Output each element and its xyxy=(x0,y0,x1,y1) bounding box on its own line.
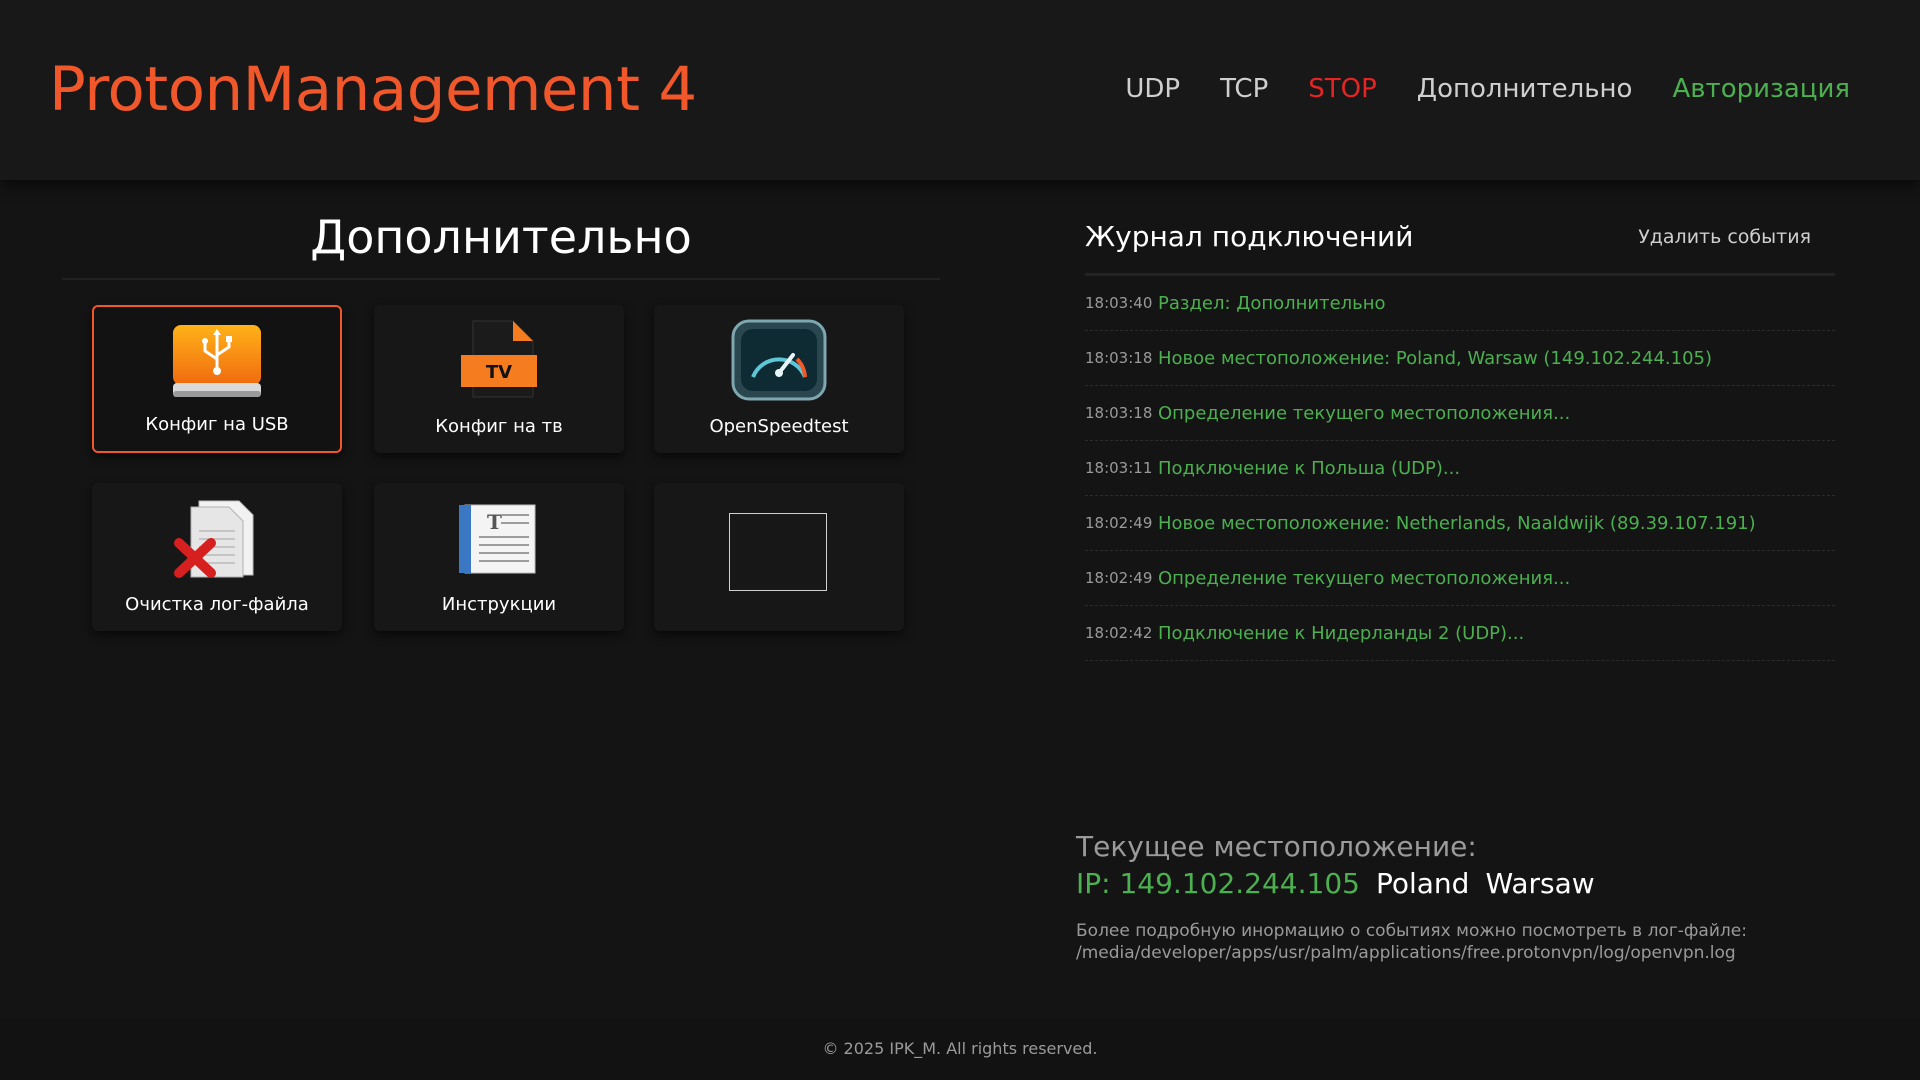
tile-openspeedtest[interactable]: OpenSpeedtest xyxy=(654,305,904,453)
main-nav: UDP TCP STOP Дополнительно Авторизация xyxy=(1125,74,1850,104)
tile-grid: Конфиг на USB TV Конфиг на тв OpenSpeedt… xyxy=(92,305,932,645)
log-entry: 18:03:11 Подключение к Польша (UDP)... xyxy=(1085,441,1835,496)
nav-additional[interactable]: Дополнительно xyxy=(1417,74,1633,104)
log-message: Определение текущего местоположения... xyxy=(1158,402,1571,424)
log-time: 18:03:18 xyxy=(1085,349,1153,367)
log-file-note-text: Более подробную инормацию о событиях мож… xyxy=(1076,921,1747,941)
additional-panel: Дополнительно Конфиг на USB TV Конфиг на… xyxy=(62,210,940,631)
log-file-note: Более подробную инормацию о событиях мож… xyxy=(1076,920,1836,964)
tile-empty[interactable] xyxy=(654,483,904,631)
log-time: 18:02:42 xyxy=(1085,624,1153,642)
log-entry: 18:03:18 Определение текущего местополож… xyxy=(1085,386,1835,441)
log-time: 18:03:18 xyxy=(1085,404,1153,422)
delete-document-icon xyxy=(174,500,254,578)
tile-label: Конфиг на тв xyxy=(435,416,563,437)
log-entry: 18:02:49 Определение текущего местополож… xyxy=(1085,551,1835,606)
log-message: Новое местоположение: Netherlands, Naald… xyxy=(1158,512,1756,534)
location-country: Poland xyxy=(1375,867,1470,900)
tile-usb-config[interactable]: Конфиг на USB xyxy=(92,305,342,453)
nav-stop[interactable]: STOP xyxy=(1308,74,1377,104)
log-time: 18:03:11 xyxy=(1085,459,1153,477)
document-icon: T xyxy=(459,504,536,574)
clear-events-button[interactable]: Удалить события xyxy=(1638,226,1811,248)
tile-label: OpenSpeedtest xyxy=(709,416,849,437)
location-title: Текущее местоположение: xyxy=(1076,830,1477,863)
log-message: Новое местоположение: Poland, Warsaw (14… xyxy=(1158,347,1713,369)
empty-placeholder xyxy=(729,513,827,591)
log-entry: 18:03:18 Новое местоположение: Poland, W… xyxy=(1085,331,1835,386)
speedometer-icon xyxy=(731,319,827,401)
log-title: Журнал подключений xyxy=(1085,220,1414,253)
app-title: ProtonManagement 4 xyxy=(49,54,697,125)
log-list: 18:03:40 Раздел: Дополнительно 18:03:18 … xyxy=(1085,276,1835,661)
log-message: Определение текущего местоположения... xyxy=(1158,567,1571,589)
nav-udp[interactable]: UDP xyxy=(1125,74,1180,104)
location-line: IP: 149.102.244.105 Poland Warsaw xyxy=(1076,867,1836,900)
tile-label: Очистка лог-файла xyxy=(125,594,309,615)
tile-label: Инструкции xyxy=(441,594,557,615)
log-entry: 18:03:40 Раздел: Дополнительно xyxy=(1085,276,1835,331)
tile-instructions[interactable]: T Инструкции xyxy=(374,483,624,631)
log-message: Раздел: Дополнительно xyxy=(1158,292,1386,314)
log-time: 18:03:40 xyxy=(1085,294,1153,312)
log-time: 18:02:49 xyxy=(1085,514,1153,532)
location-city: Warsaw xyxy=(1485,867,1595,900)
tile-tv-config[interactable]: TV Конфиг на тв xyxy=(374,305,624,453)
svg-text:T: T xyxy=(487,510,502,534)
connection-log-panel: Журнал подключений Удалить события 18:03… xyxy=(1085,220,1835,661)
nav-tcp[interactable]: TCP xyxy=(1220,74,1268,104)
footer: © 2025 IPK_M. All rights reserved. xyxy=(0,1018,1920,1080)
log-header: Журнал подключений Удалить события xyxy=(1085,220,1835,276)
log-message: Подключение к Нидерланды 2 (UDP)... xyxy=(1158,622,1525,644)
section-title: Дополнительно xyxy=(62,210,940,280)
log-entry: 18:02:49 Новое местоположение: Netherlan… xyxy=(1085,496,1835,551)
nav-authorization[interactable]: Авторизация xyxy=(1672,74,1850,104)
tv-file-icon: TV xyxy=(461,320,537,398)
log-entry: 18:02:42 Подключение к Нидерланды 2 (UDP… xyxy=(1085,606,1835,661)
log-time: 18:02:49 xyxy=(1085,569,1153,587)
usb-drive-icon xyxy=(173,325,261,397)
location-ip: IP: 149.102.244.105 xyxy=(1076,867,1360,900)
log-message: Подключение к Польша (UDP)... xyxy=(1158,457,1461,479)
svg-text:TV: TV xyxy=(486,362,512,383)
tile-label: Конфиг на USB xyxy=(145,414,289,435)
current-location: Текущее местоположение: IP: 149.102.244.… xyxy=(1076,830,1836,964)
tile-clear-log[interactable]: Очистка лог-файла xyxy=(92,483,342,631)
log-file-path: /media/developer/apps/usr/palm/applicati… xyxy=(1076,943,1736,963)
top-bar: ProtonManagement 4 UDP TCP STOP Дополнит… xyxy=(0,0,1920,180)
